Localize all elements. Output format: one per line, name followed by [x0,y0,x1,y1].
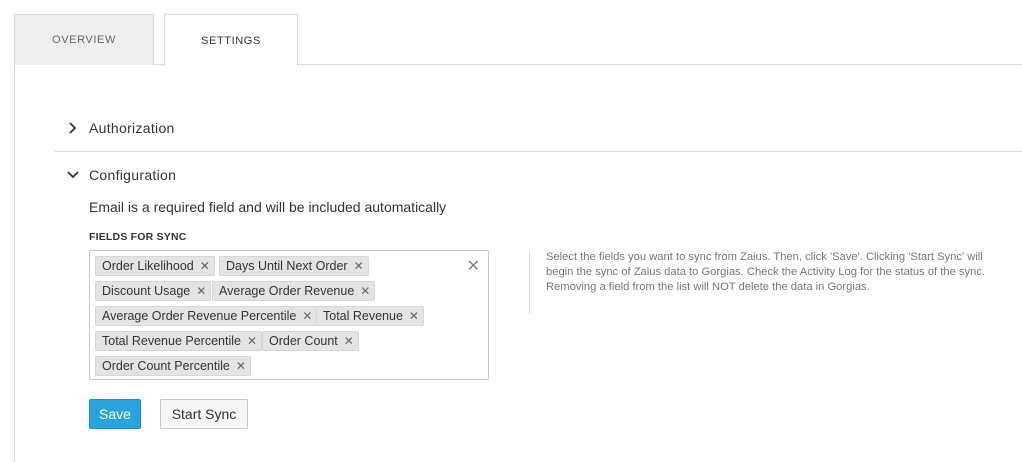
save-button[interactable]: Save [89,399,141,429]
chip-label: Order Count Percentile [102,359,230,373]
tab-overview[interactable]: OVERVIEW [14,14,154,65]
remove-chip-icon[interactable]: ✕ [247,334,257,348]
chevron-right-icon [63,118,83,138]
field-chip: Discount Usage ✕ [95,281,212,301]
sync-help-text: Select the fields you want to sync from … [529,250,999,314]
clear-all-icon[interactable]: ✕ [467,256,480,276]
fields-multiselect[interactable]: Order Likelihood ✕ Days Until Next Order ✕… [89,250,489,380]
field-chip: Total Revenue Percentile ✕ [95,331,263,351]
divider [55,151,1022,152]
settings-panel: Authorization Configuration Email is a r… [14,65,1022,462]
chip-label: Average Order Revenue [219,284,355,298]
remove-chip-icon[interactable]: ✕ [302,309,312,323]
remove-chip-icon[interactable]: ✕ [344,334,354,348]
field-chip: Order Count ✕ [262,331,359,351]
field-chip: Order Likelihood ✕ [95,256,215,276]
configuration-section-header[interactable]: Configuration [55,164,1022,186]
chip-label: Days Until Next Order [226,259,348,273]
chip-label: Order Count [269,334,338,348]
field-chip: Order Count Percentile ✕ [95,356,251,376]
field-chip: Days Until Next Order ✕ [219,256,369,276]
section-title: Authorization [89,120,175,136]
start-sync-button[interactable]: Start Sync [160,399,248,429]
chip-label: Discount Usage [102,284,191,298]
chip-label: Average Order Revenue Percentile [102,309,297,323]
chip-label: Order Likelihood [102,259,194,273]
fields-for-sync-label: FIELDS FOR SYNC [89,231,187,243]
section-title: Configuration [89,167,177,183]
remove-chip-icon[interactable]: ✕ [360,284,370,298]
required-email-note: Email is a required field and will be in… [89,199,447,215]
remove-chip-icon[interactable]: ✕ [236,359,246,373]
chevron-down-icon [63,165,83,185]
field-chip: Total Revenue ✕ [316,306,424,326]
tab-settings[interactable]: SETTINGS [164,14,298,66]
remove-chip-icon[interactable]: ✕ [354,259,364,273]
field-chip: Average Order Revenue Percentile ✕ [95,306,318,326]
remove-chip-icon[interactable]: ✕ [409,309,419,323]
field-chip: Average Order Revenue ✕ [212,281,376,301]
remove-chip-icon[interactable]: ✕ [200,259,210,273]
remove-chip-icon[interactable]: ✕ [196,284,206,298]
chip-label: Total Revenue Percentile [102,334,241,348]
authorization-section-header[interactable]: Authorization [55,117,1022,139]
tab-bar: OVERVIEW SETTINGS [14,14,1022,66]
chip-label: Total Revenue [323,309,403,323]
